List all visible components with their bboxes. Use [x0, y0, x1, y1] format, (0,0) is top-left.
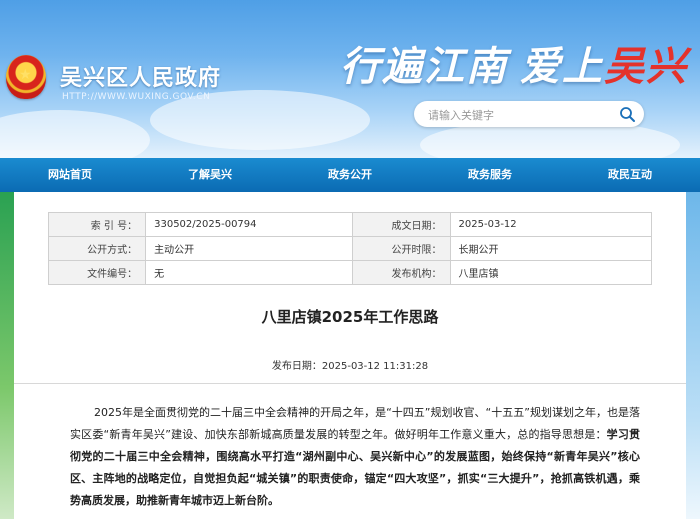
meta-key: 成文日期： [352, 212, 451, 237]
meta-value: 八里店镇 [449, 260, 653, 285]
meta-key: 索 引 号： [47, 212, 147, 237]
search-box [414, 101, 644, 127]
slogan: 行遍江南 爱上吴兴 [340, 34, 688, 92]
slogan-part3: 吴兴 [604, 43, 688, 90]
paragraph-intro: 2025年是全面贯彻党的二十届三中全会精神的开局之年，是“十四五”规划收官、“十… [70, 406, 640, 441]
table-row: 公开方式： 主动公开 公开时限： 长期公开 [47, 236, 653, 261]
publish-date-label: 发布日期： [271, 361, 322, 372]
site-title[interactable]: 吴兴区人民政府 [60, 60, 221, 92]
nav-item-about[interactable]: 了解吴兴 [140, 158, 280, 192]
meta-key: 公开时限： [352, 236, 451, 261]
search-input[interactable] [426, 105, 610, 125]
meta-key: 公开方式： [47, 236, 147, 261]
slogan-part2: 爱上 [520, 43, 604, 90]
table-row: 索 引 号： 330502/2025-00794 成文日期： 2025-03-1… [47, 212, 653, 237]
article-paragraph: 2025年是全面贯彻党的二十届三中全会精神的开局之年，是“十四五”规划收官、“十… [70, 402, 640, 512]
article-title: 八里店镇2025年工作思路 [261, 308, 439, 326]
right-decoration [686, 192, 700, 519]
left-decoration [0, 192, 14, 519]
slogan-part1: 行遍江南 [340, 43, 508, 90]
article-body: 2025年是全面贯彻党的二十届三中全会精神的开局之年，是“十四五”规划收官、“十… [70, 402, 640, 512]
nav-item-services[interactable]: 政务服务 [420, 158, 560, 192]
meta-value: 2025-03-12 [449, 212, 653, 237]
meta-key: 发布机构： [352, 260, 451, 285]
meta-value: 长期公开 [449, 236, 653, 261]
header-banner: ★ 吴兴区人民政府 HTTP://WWW.WUXING.GOV.CN 行遍江南爱… [0, 0, 700, 158]
meta-value: 330502/2025-00794 [145, 212, 354, 237]
emblem-star-icon: ★ [19, 67, 32, 83]
document-meta-table: 索 引 号： 330502/2025-00794 成文日期： 2025-03-1… [47, 212, 653, 285]
publish-date: 发布日期：2025-03-12 11:31:28 [0, 357, 700, 372]
nav-item-interaction[interactable]: 政民互动 [560, 158, 700, 192]
meta-value: 主动公开 [145, 236, 354, 261]
meta-value: 无 [145, 260, 354, 285]
search-icon[interactable] [618, 105, 636, 123]
meta-key: 文件编号： [47, 260, 147, 285]
table-row: 文件编号： 无 发布机构： 八里店镇 [47, 260, 653, 285]
main-nav: 网站首页 了解吴兴 政务公开 政务服务 政民互动 [0, 158, 700, 192]
site-url: HTTP://WWW.WUXING.GOV.CN [62, 92, 211, 102]
publish-date-value: 2025-03-12 11:31:28 [321, 361, 429, 372]
divider [14, 383, 686, 384]
nav-item-home[interactable]: 网站首页 [0, 158, 140, 192]
nav-item-gov-affairs[interactable]: 政务公开 [280, 158, 420, 192]
cloud-decoration [0, 110, 150, 158]
